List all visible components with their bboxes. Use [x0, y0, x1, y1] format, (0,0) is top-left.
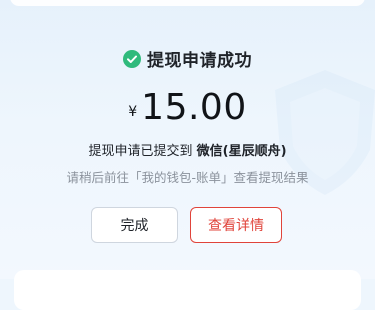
top-card-edge [10, 0, 365, 6]
currency-symbol: ¥ [128, 104, 138, 120]
result-hint: 请稍后前往「我的钱包-账单」查看提现结果 [66, 170, 309, 185]
check-circle-icon [123, 49, 141, 68]
submitted-message: 提现申请已提交到 微信(星辰顺舟) [0, 140, 375, 159]
withdraw-target-account: 微信(星辰顺舟) [196, 144, 287, 159]
amount-value: 15.00 [141, 87, 247, 128]
bottom-card-edge [14, 270, 361, 310]
status-header: 提现申请成功 [0, 46, 375, 71]
submitted-prefix: 提现申请已提交到 [88, 144, 193, 159]
view-details-button[interactable]: 查看详情 [190, 207, 282, 243]
status-title: 提现申请成功 [147, 51, 252, 71]
withdraw-amount: ¥ 15.00 [0, 88, 375, 128]
done-button[interactable]: 完成 [91, 207, 178, 243]
